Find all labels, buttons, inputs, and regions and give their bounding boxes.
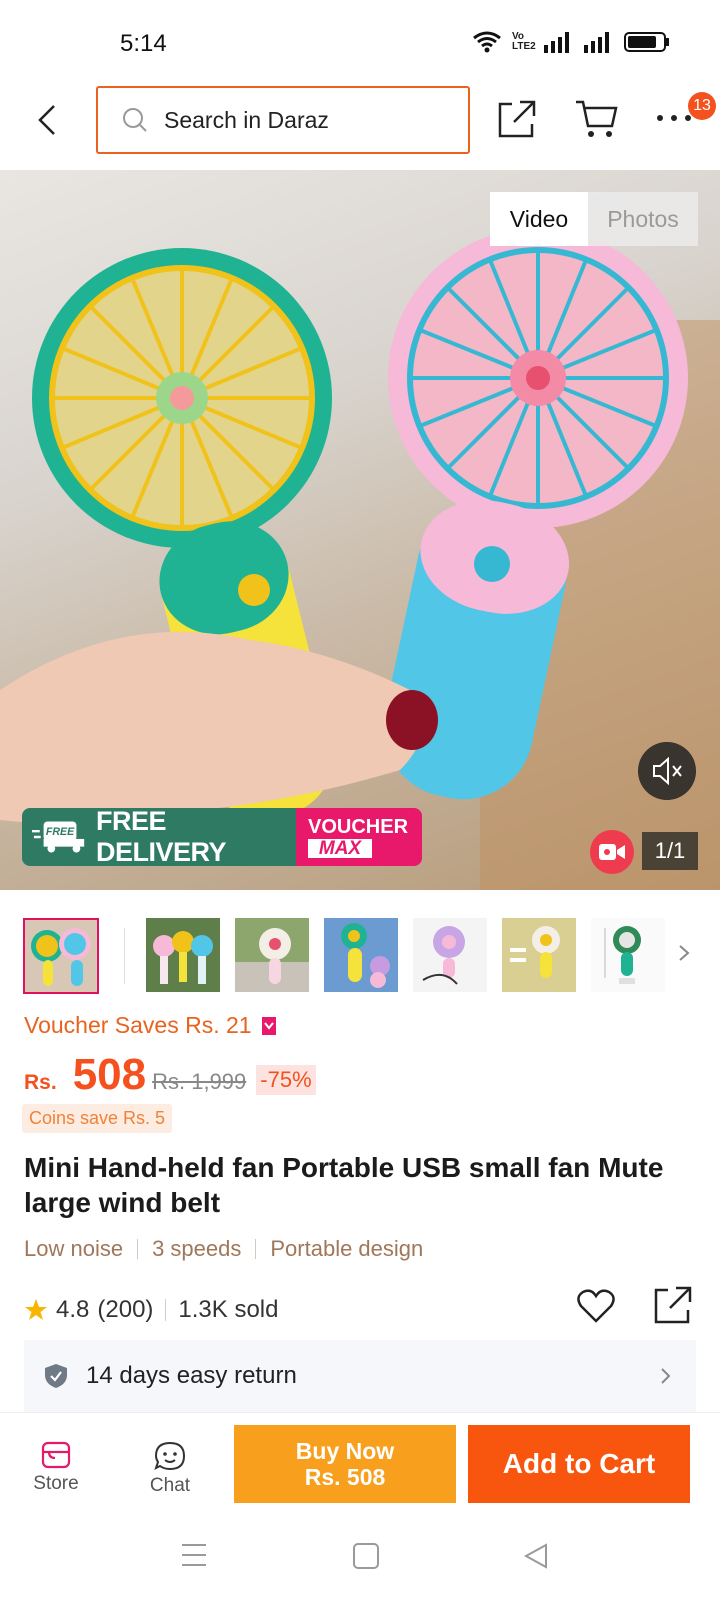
search-input[interactable]: Search in Daraz [96, 86, 470, 154]
voucher-ticket-icon [261, 1016, 276, 1035]
cart-icon[interactable] [574, 98, 620, 140]
rating-divider [165, 1299, 167, 1321]
feature-divider [137, 1239, 139, 1259]
voucher-max-badge: VOUCHER MAX [296, 808, 422, 866]
promo-banner: FREE FREE DELIVERY VOUCHER MAX [22, 808, 422, 866]
product-image [0, 228, 720, 890]
chat-button[interactable]: Chat [130, 1441, 210, 1497]
buy-now-label: Buy Now [295, 1438, 395, 1464]
feature-tag: Low noise [24, 1236, 124, 1261]
add-to-cart-button[interactable]: Add to Cart [468, 1425, 690, 1503]
wifi-icon [473, 31, 501, 53]
back-icon[interactable] [522, 1542, 550, 1570]
buy-now-button[interactable]: Buy Now Rs. 508 [234, 1425, 456, 1503]
store-label: Store [33, 1473, 79, 1494]
voucher-label: VOUCHER [308, 815, 409, 838]
notification-badge: 13 [688, 92, 716, 120]
system-navigation-bar [0, 1512, 720, 1600]
home-icon[interactable] [352, 1542, 380, 1570]
back-arrow-icon[interactable] [28, 100, 68, 140]
free-delivery-badge: FREE FREE DELIVERY [22, 808, 296, 866]
thumbnail[interactable] [146, 918, 220, 992]
signal-icon [584, 32, 609, 53]
chat-icon [154, 1441, 186, 1471]
image-counter: 1/1 [642, 832, 698, 870]
review-count: (200) [97, 1296, 154, 1323]
chevron-right-icon [661, 1368, 671, 1384]
tab-video[interactable]: Video [490, 192, 588, 246]
thumbnail-strip [0, 900, 720, 1004]
header: Search in Daraz 13 [0, 84, 720, 170]
media-tabs: Video Photos [490, 192, 698, 246]
free-delivery-label: FREE DELIVERY [95, 808, 227, 866]
feature-tag: Portable design [270, 1236, 424, 1261]
chat-label: Chat [149, 1475, 191, 1496]
feature-tag: 3 speeds [152, 1236, 242, 1261]
discount-badge: -75% [256, 1065, 316, 1095]
current-price: 508 [72, 1050, 147, 1099]
original-price: Rs. 1,999 [152, 1069, 247, 1094]
delivery-truck-icon: FREE [32, 821, 85, 853]
share-icon[interactable] [652, 1284, 694, 1326]
volte-icon: Vo LTE2 [512, 31, 536, 52]
status-time: 5:14 [120, 30, 167, 57]
price-currency: Rs. [24, 1071, 57, 1094]
thumbnail[interactable] [324, 918, 398, 992]
price-line: Rs. 508 Rs. 1,999 -75% [24, 1050, 316, 1100]
thumbnail[interactable] [502, 918, 576, 992]
bottom-action-bar: Store Chat Buy Now Rs. 508 Add to Cart [0, 1412, 720, 1512]
video-icon[interactable] [590, 830, 634, 874]
voucher-savings[interactable]: Voucher Saves Rs. 21 [24, 1012, 276, 1039]
rating-value: 4.8 [56, 1296, 90, 1323]
battery-icon [624, 32, 669, 52]
free-tag: FREE [46, 826, 75, 838]
status-bar: 5:14 Vo LTE2 [0, 0, 720, 84]
menu-icon[interactable] [180, 1542, 208, 1568]
thumbnail[interactable] [23, 918, 99, 994]
thumbnail[interactable] [413, 918, 487, 992]
star-icon [25, 1299, 47, 1320]
shield-check-icon [45, 1364, 67, 1388]
return-policy-label: 14 days easy return [86, 1362, 297, 1389]
product-media[interactable]: Video Photos FREE FREE DELIVERY VOUCHER … [0, 170, 720, 890]
product-title: Mini Hand-held fan Portable USB small fa… [24, 1152, 664, 1218]
share-icon[interactable] [496, 98, 538, 140]
search-placeholder: Search in Daraz [164, 106, 329, 133]
chevron-right-icon[interactable] [674, 938, 694, 968]
thumbnail[interactable] [591, 918, 665, 992]
feature-tags: Low noise 3 speeds Portable design [24, 1236, 423, 1262]
voucher-savings-label: Voucher Saves Rs. 21 [24, 1012, 252, 1038]
return-policy-row[interactable]: 14 days easy return [24, 1340, 696, 1412]
thumbnail-divider [124, 928, 125, 984]
store-button[interactable]: Store [16, 1441, 96, 1495]
tab-photos[interactable]: Photos [588, 192, 698, 246]
status-icons: Vo LTE2 [472, 30, 670, 54]
store-icon [41, 1441, 71, 1469]
mute-icon[interactable] [638, 742, 696, 800]
thumbnail[interactable] [235, 918, 309, 992]
search-icon [123, 108, 147, 132]
coins-badge: Coins save Rs. 5 [22, 1104, 173, 1133]
signal-icon [544, 32, 569, 53]
camera-icon [599, 844, 625, 860]
buy-now-price: Rs. 508 [304, 1464, 386, 1490]
heart-icon[interactable] [576, 1286, 616, 1326]
voucher-max-label: MAX [308, 838, 372, 858]
sold-count: 1.3K sold [178, 1296, 279, 1323]
feature-divider [255, 1239, 257, 1259]
